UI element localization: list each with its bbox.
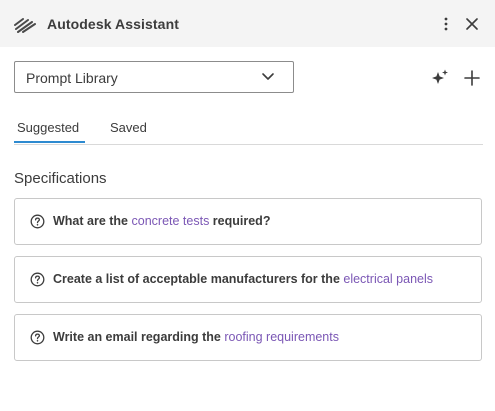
prompt-highlight: concrete tests <box>131 214 210 228</box>
prompt-highlight: roofing requirements <box>224 330 339 344</box>
ai-sparkle-button[interactable] <box>429 67 451 89</box>
prompt-text: Create a list of acceptable manufacturer… <box>53 272 433 286</box>
assistant-panel: Autodesk Assistant Prompt Library Sugges… <box>0 0 495 411</box>
prompt-text: What are the concrete tests required? <box>53 214 270 228</box>
more-options-button[interactable] <box>435 13 457 35</box>
prompt-card-roofing-requirements[interactable]: Write an email regarding the roofing req… <box>14 314 482 361</box>
app-title: Autodesk Assistant <box>47 16 179 32</box>
sparkle-icon <box>432 69 448 84</box>
vertical-ellipsis-icon <box>444 17 448 31</box>
question-circle-icon <box>30 214 45 229</box>
prompt-highlight: electrical panels <box>343 272 434 286</box>
prompt-text-after: required? <box>209 214 271 228</box>
prompt-text-before: Write an email regarding the <box>53 330 225 344</box>
chevron-down-icon <box>262 73 274 80</box>
prompt-library-dropdown[interactable]: Prompt Library <box>14 61 294 93</box>
tab-saved[interactable]: Saved <box>110 120 147 135</box>
close-icon <box>466 18 478 30</box>
prompt-card-electrical-panels[interactable]: Create a list of acceptable manufacturer… <box>14 256 482 303</box>
tab-bar: Suggested Saved <box>14 112 483 145</box>
section-title: Specifications <box>14 170 107 187</box>
prompt-card-concrete-tests[interactable]: What are the concrete tests required? <box>14 198 482 245</box>
autodesk-logo-icon <box>14 18 36 33</box>
plus-icon <box>464 70 480 86</box>
question-circle-icon <box>30 272 45 287</box>
question-circle-icon <box>30 330 45 345</box>
dropdown-selected-value: Prompt Library <box>26 70 118 86</box>
prompt-text-before: Create a list of acceptable manufacturer… <box>53 272 344 286</box>
prompt-text: Write an email regarding the roofing req… <box>53 330 339 344</box>
active-tab-indicator <box>14 141 85 143</box>
tab-suggested[interactable]: Suggested <box>17 120 79 135</box>
add-prompt-button[interactable] <box>461 67 483 89</box>
prompt-text-before: What are the <box>53 214 132 228</box>
panel-header: Autodesk Assistant <box>0 0 495 47</box>
close-button[interactable] <box>461 13 483 35</box>
